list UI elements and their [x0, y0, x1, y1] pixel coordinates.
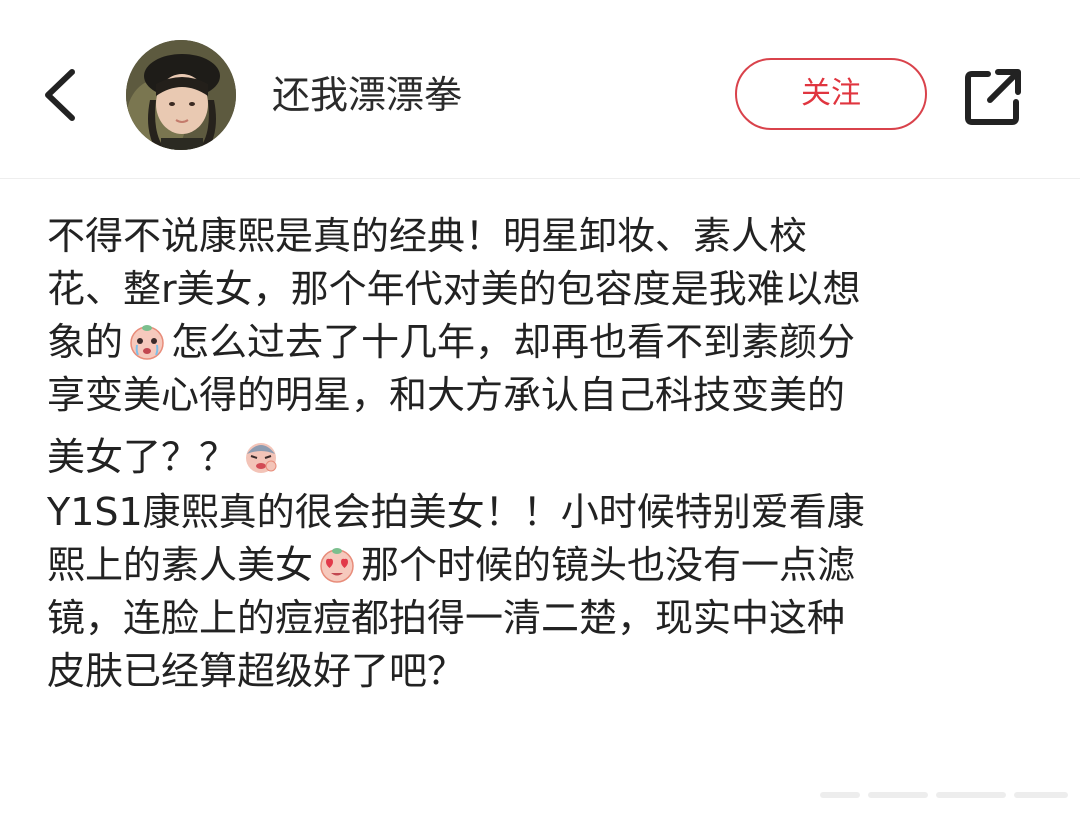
text-segment: 美女了？？ [47, 435, 238, 479]
crying-face-emoji [130, 325, 164, 360]
user-avatar-photo [126, 40, 236, 150]
paragraph-1: 不得不说康熙是真的经典！明星卸妆、素人校 花、整r美女，那个年代对美的包容度是我… [47, 210, 1057, 492]
pouting-face-emoji [246, 443, 277, 473]
text-line: Y1S1康熙真的很会拍美女！！小时候特别爱看康 [47, 490, 865, 534]
text-segment: 象的 [47, 320, 124, 364]
text-line: 享变美心得的明星，和大方承认自己科技变美的 [47, 373, 846, 417]
text-line: 美女了？？ [47, 422, 1057, 492]
share-external-icon [965, 69, 1021, 125]
username[interactable]: 还我漂漂拳 [272, 70, 462, 120]
watermark [820, 792, 1068, 798]
avatar[interactable] [126, 40, 236, 150]
post-header: 还我漂漂拳 关注 [0, 0, 1080, 179]
follow-button[interactable]: 关注 [735, 58, 927, 130]
paragraph-2: Y1S1康熙真的很会拍美女！！小时候特别爱看康 熙上的素人美女 那个时候的镜头也… [47, 486, 1057, 698]
chevron-left-icon [45, 69, 75, 121]
text-line: 皮肤已经算超级好了吧？ [47, 649, 466, 693]
share-button[interactable] [960, 64, 1026, 130]
text-line: 花、整r美女，那个年代对美的包容度是我难以想 [47, 267, 861, 311]
text-line: 熙上的素人美女 那个时候的镜头也没有一点滤 [47, 539, 1057, 592]
text-line: 镜，连脸上的痘痘都拍得一清二楚，现实中这种 [47, 596, 846, 640]
back-button[interactable] [36, 62, 86, 128]
text-line: 象的 怎么过去了十几年，却再也看不到素颜分 [47, 316, 1057, 369]
post-body: 不得不说康熙是真的经典！明星卸妆、素人校 花、整r美女，那个年代对美的包容度是我… [47, 210, 1057, 698]
text-segment: 那个时候的镜头也没有一点滤 [361, 543, 856, 587]
text-segment: 怎么过去了十几年，却再也看不到素颜分 [171, 320, 856, 364]
text-line: 不得不说康熙是真的经典！明星卸妆、素人校 [47, 214, 808, 258]
text-segment: 熙上的素人美女 [47, 543, 314, 587]
heart-eyes-emoji [320, 548, 354, 583]
